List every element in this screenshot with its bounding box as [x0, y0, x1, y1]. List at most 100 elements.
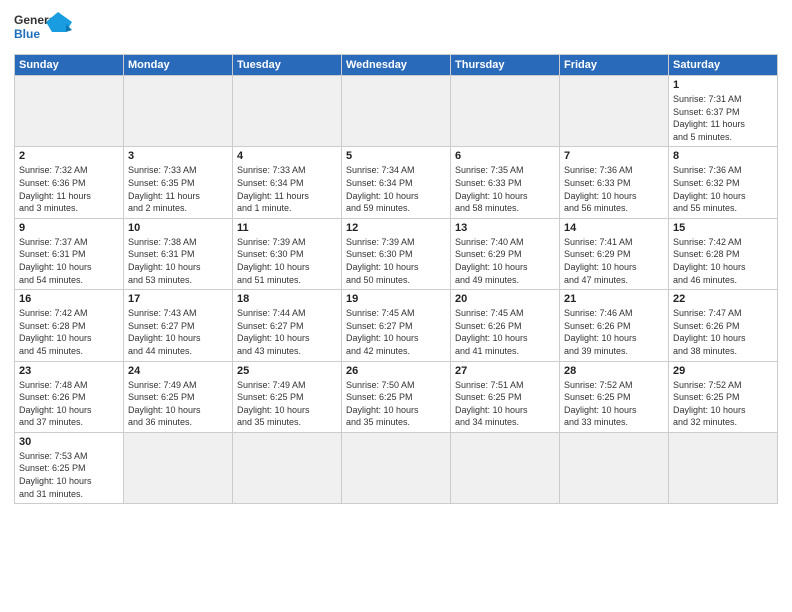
day-cell: 1Sunrise: 7:31 AMSunset: 6:37 PMDaylight…: [669, 76, 778, 147]
day-cell: 6Sunrise: 7:35 AMSunset: 6:33 PMDaylight…: [451, 147, 560, 218]
day-info: Sunrise: 7:32 AMSunset: 6:36 PMDaylight:…: [19, 164, 119, 214]
day-number: 13: [455, 222, 555, 234]
logo-svg: GeneralBlue: [14, 10, 74, 48]
day-cell: [669, 432, 778, 503]
day-number: 20: [455, 293, 555, 305]
page: GeneralBlue SundayMondayTuesdayWednesday…: [0, 0, 792, 612]
day-cell: 9Sunrise: 7:37 AMSunset: 6:31 PMDaylight…: [15, 218, 124, 289]
day-info: Sunrise: 7:37 AMSunset: 6:31 PMDaylight:…: [19, 236, 119, 286]
day-info: Sunrise: 7:36 AMSunset: 6:33 PMDaylight:…: [564, 164, 664, 214]
day-info: Sunrise: 7:52 AMSunset: 6:25 PMDaylight:…: [673, 379, 773, 429]
day-cell: 23 Sunrise: 7:48 AMSunset: 6:26 PMDayligh…: [15, 361, 124, 432]
day-number: 29: [673, 365, 773, 377]
day-number: 6: [455, 150, 555, 162]
day-number: 23: [19, 365, 119, 377]
day-cell: [124, 432, 233, 503]
day-number: 18: [237, 293, 337, 305]
weekday-sunday: Sunday: [15, 55, 124, 76]
svg-text:Blue: Blue: [14, 27, 40, 41]
day-cell: [342, 432, 451, 503]
day-number: 14: [564, 222, 664, 234]
day-info: Sunrise: 7:36 AMSunset: 6:32 PMDaylight:…: [673, 164, 773, 214]
day-number: 4: [237, 150, 337, 162]
day-info: Sunrise: 7:41 AMSunset: 6:29 PMDaylight:…: [564, 236, 664, 286]
day-cell: 29 Sunrise: 7:52 AMSunset: 6:25 PMDayligh…: [669, 361, 778, 432]
day-info: Sunrise: 7:40 AMSunset: 6:29 PMDaylight:…: [455, 236, 555, 286]
day-number: 28: [564, 365, 664, 377]
weekday-monday: Monday: [124, 55, 233, 76]
day-info: Sunrise: 7:50 AMSunset: 6:25 PMDaylight:…: [346, 379, 446, 429]
week-row-4: 16Sunrise: 7:42 AMSunset: 6:28 PMDayligh…: [15, 290, 778, 361]
day-number: 12: [346, 222, 446, 234]
week-row-1: 1Sunrise: 7:31 AMSunset: 6:37 PMDaylight…: [15, 76, 778, 147]
day-info: Sunrise: 7:49 AMSunset: 6:25 PMDaylight:…: [128, 379, 228, 429]
day-cell: 24 Sunrise: 7:49 AMSunset: 6:25 PMDayligh…: [124, 361, 233, 432]
day-cell: 8Sunrise: 7:36 AMSunset: 6:32 PMDaylight…: [669, 147, 778, 218]
day-cell: [233, 76, 342, 147]
day-number: 5: [346, 150, 446, 162]
weekday-header-row: SundayMondayTuesdayWednesdayThursdayFrid…: [15, 55, 778, 76]
weekday-thursday: Thursday: [451, 55, 560, 76]
day-cell: 20 Sunrise: 7:45 AMSunset: 6:26 PMDayligh…: [451, 290, 560, 361]
day-cell: 21 Sunrise: 7:46 AMSunset: 6:26 PMDayligh…: [560, 290, 669, 361]
day-cell: [560, 76, 669, 147]
day-info: Sunrise: 7:46 AMSunset: 6:26 PMDaylight:…: [564, 307, 664, 357]
header: GeneralBlue: [14, 10, 778, 48]
day-number: 1: [673, 79, 773, 91]
day-cell: [451, 76, 560, 147]
day-cell: [560, 432, 669, 503]
day-cell: 13 Sunrise: 7:40 AMSunset: 6:29 PMDayligh…: [451, 218, 560, 289]
day-info: Sunrise: 7:49 AMSunset: 6:25 PMDaylight:…: [237, 379, 337, 429]
day-info: Sunrise: 7:48 AMSunset: 6:26 PMDaylight:…: [19, 379, 119, 429]
day-number: 2: [19, 150, 119, 162]
day-info: Sunrise: 7:34 AMSunset: 6:34 PMDaylight:…: [346, 164, 446, 214]
day-number: 21: [564, 293, 664, 305]
day-info: Sunrise: 7:39 AMSunset: 6:30 PMDaylight:…: [346, 236, 446, 286]
day-number: 22: [673, 293, 773, 305]
weekday-friday: Friday: [560, 55, 669, 76]
day-info: Sunrise: 7:42 AMSunset: 6:28 PMDaylight:…: [673, 236, 773, 286]
day-cell: 10Sunrise: 7:38 AMSunset: 6:31 PMDayligh…: [124, 218, 233, 289]
day-cell: 25 Sunrise: 7:49 AMSunset: 6:25 PMDayligh…: [233, 361, 342, 432]
day-number: 15: [673, 222, 773, 234]
day-cell: 26 Sunrise: 7:50 AMSunset: 6:25 PMDayligh…: [342, 361, 451, 432]
day-cell: 5 Sunrise: 7:34 AMSunset: 6:34 PMDaylight…: [342, 147, 451, 218]
day-cell: 4 Sunrise: 7:33 AMSunset: 6:34 PMDaylight…: [233, 147, 342, 218]
day-number: 10: [128, 222, 228, 234]
day-info: Sunrise: 7:45 AMSunset: 6:26 PMDaylight:…: [455, 307, 555, 357]
day-info: Sunrise: 7:45 AMSunset: 6:27 PMDaylight:…: [346, 307, 446, 357]
calendar-table: SundayMondayTuesdayWednesdayThursdayFrid…: [14, 54, 778, 504]
day-cell: 22 Sunrise: 7:47 AMSunset: 6:26 PMDayligh…: [669, 290, 778, 361]
weekday-saturday: Saturday: [669, 55, 778, 76]
day-cell: 15 Sunrise: 7:42 AMSunset: 6:28 PMDayligh…: [669, 218, 778, 289]
weekday-wednesday: Wednesday: [342, 55, 451, 76]
day-number: 11: [237, 222, 337, 234]
day-number: 25: [237, 365, 337, 377]
day-cell: 16Sunrise: 7:42 AMSunset: 6:28 PMDayligh…: [15, 290, 124, 361]
day-number: 24: [128, 365, 228, 377]
day-info: Sunrise: 7:42 AMSunset: 6:28 PMDaylight:…: [19, 307, 119, 357]
day-info: Sunrise: 7:33 AMSunset: 6:35 PMDaylight:…: [128, 164, 228, 214]
day-info: Sunrise: 7:51 AMSunset: 6:25 PMDaylight:…: [455, 379, 555, 429]
day-number: 26: [346, 365, 446, 377]
day-info: Sunrise: 7:43 AMSunset: 6:27 PMDaylight:…: [128, 307, 228, 357]
day-cell: [342, 76, 451, 147]
day-cell: 28 Sunrise: 7:52 AMSunset: 6:25 PMDayligh…: [560, 361, 669, 432]
day-cell: 11 Sunrise: 7:39 AMSunset: 6:30 PMDayligh…: [233, 218, 342, 289]
day-info: Sunrise: 7:33 AMSunset: 6:34 PMDaylight:…: [237, 164, 337, 214]
day-number: 17: [128, 293, 228, 305]
day-number: 30: [19, 436, 119, 448]
day-number: 3: [128, 150, 228, 162]
day-info: Sunrise: 7:47 AMSunset: 6:26 PMDaylight:…: [673, 307, 773, 357]
day-info: Sunrise: 7:39 AMSunset: 6:30 PMDaylight:…: [237, 236, 337, 286]
week-row-2: 2 Sunrise: 7:32 AMSunset: 6:36 PMDaylight…: [15, 147, 778, 218]
day-cell: 3 Sunrise: 7:33 AMSunset: 6:35 PMDaylight…: [124, 147, 233, 218]
day-number: 19: [346, 293, 446, 305]
day-cell: [124, 76, 233, 147]
day-cell: 17 Sunrise: 7:43 AMSunset: 6:27 PMDayligh…: [124, 290, 233, 361]
day-cell: [451, 432, 560, 503]
day-cell: 2 Sunrise: 7:32 AMSunset: 6:36 PMDaylight…: [15, 147, 124, 218]
day-number: 27: [455, 365, 555, 377]
day-info: Sunrise: 7:52 AMSunset: 6:25 PMDaylight:…: [564, 379, 664, 429]
day-cell: 27 Sunrise: 7:51 AMSunset: 6:25 PMDayligh…: [451, 361, 560, 432]
